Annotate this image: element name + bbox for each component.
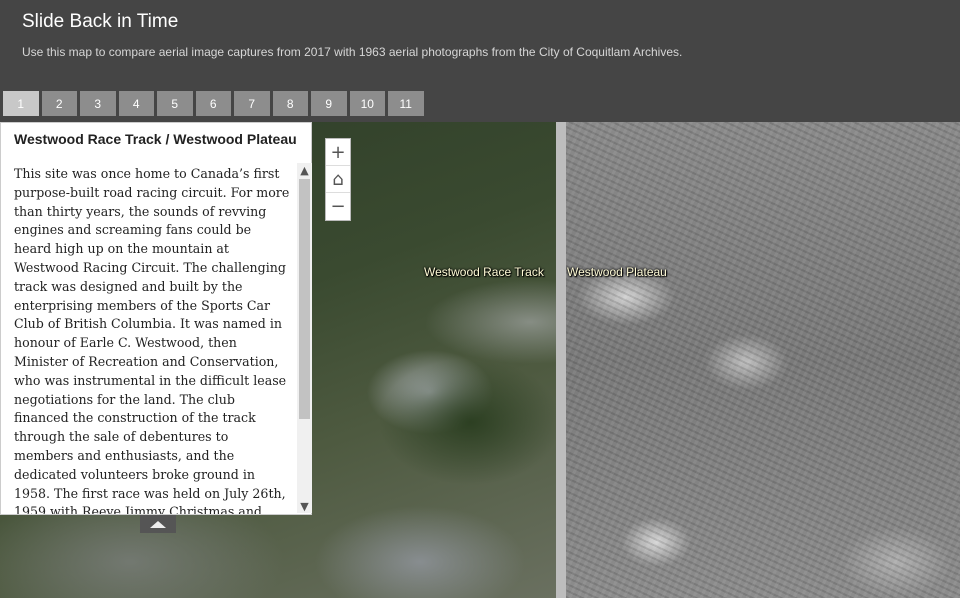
swipe-divider-handle[interactable] [556, 122, 566, 598]
app-header: Slide Back in Time Use this map to compa… [0, 0, 960, 122]
tab-6[interactable]: 6 [195, 91, 231, 116]
tab-3[interactable]: 3 [80, 91, 116, 116]
page-title: Slide Back in Time [22, 11, 179, 32]
zoom-controls: + ⌂ − [325, 138, 351, 221]
page-subtitle: Use this map to compare aerial image cap… [22, 45, 683, 59]
tab-7[interactable]: 7 [234, 91, 270, 116]
tab-2[interactable]: 2 [41, 91, 77, 116]
story-panel: Westwood Race Track / Westwood Plateau T… [0, 122, 312, 515]
tab-1[interactable]: 1 [3, 91, 39, 116]
slide-tabs: 1 2 3 4 5 6 7 8 9 10 11 [3, 91, 424, 116]
map-label-left: Westwood Race Track [424, 265, 544, 279]
chevron-up-icon [150, 520, 166, 528]
collapse-panel-button[interactable] [140, 515, 176, 533]
tab-4[interactable]: 4 [118, 91, 154, 116]
tab-11[interactable]: 11 [388, 91, 424, 116]
tab-5[interactable]: 5 [157, 91, 193, 116]
scroll-down-icon[interactable]: ▼ [297, 499, 312, 513]
map-label-right: Westwood Plateau [567, 265, 667, 279]
scroll-thumb[interactable] [299, 179, 310, 419]
home-button[interactable]: ⌂ [326, 166, 350, 193]
map-1963-imagery[interactable]: Westwood Plateau [566, 122, 960, 598]
panel-body-text: This site was once home to Canada’s firs… [14, 166, 290, 514]
panel-title: Westwood Race Track / Westwood Plateau [14, 131, 297, 147]
zoom-in-button[interactable]: + [326, 139, 350, 166]
tab-9[interactable]: 9 [311, 91, 347, 116]
tab-8[interactable]: 8 [272, 91, 308, 116]
scroll-up-icon[interactable]: ▲ [297, 163, 312, 177]
tab-10[interactable]: 10 [349, 91, 385, 116]
panel-scrollbar[interactable]: ▲ ▼ [297, 163, 312, 513]
zoom-out-button[interactable]: − [326, 193, 350, 220]
